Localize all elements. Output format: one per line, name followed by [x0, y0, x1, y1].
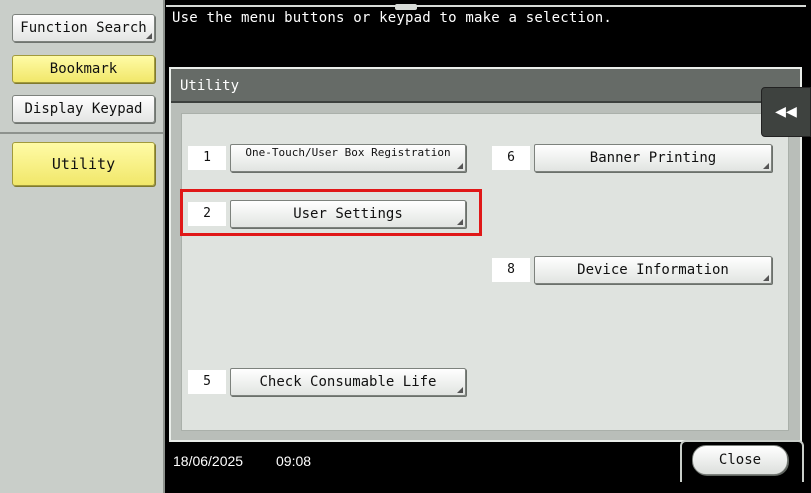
sidebar-divider [0, 132, 163, 134]
display-keypad-button[interactable]: Display Keypad [12, 95, 155, 123]
corner-arrow-icon [146, 33, 152, 39]
menu-item-label: Banner Printing [589, 150, 717, 166]
corner-arrow-icon [457, 387, 463, 393]
display-keypad-label: Display Keypad [24, 101, 143, 117]
item-number: 5 [188, 370, 226, 394]
menu-item-6: 6 Banner Printing [492, 144, 774, 172]
device-information-button[interactable]: Device Information [534, 256, 772, 284]
corner-arrow-icon [763, 275, 769, 281]
status-time: 09:08 [276, 453, 312, 469]
panel-title-bar: Utility [171, 69, 800, 103]
menu-item-label: Check Consumable Life [259, 374, 437, 390]
instruction-message: Use the menu buttons or keypad to make a… [172, 10, 613, 26]
function-search-button[interactable]: Function Search [12, 14, 155, 42]
item-number: 6 [492, 146, 530, 170]
left-sidebar: Function Search Bookmark Display Keypad … [0, 0, 165, 493]
bookmark-label: Bookmark [49, 61, 118, 77]
item-number: 8 [492, 258, 530, 282]
menu-item-8: 8 Device Information [492, 256, 774, 284]
one-touch-user-box-registration-button[interactable]: One-Touch/User Box Registration [230, 144, 466, 172]
item-number: 1 [188, 146, 226, 170]
banner-printing-button[interactable]: Banner Printing [534, 144, 772, 172]
utility-button[interactable]: Utility [12, 142, 155, 186]
bookmark-button[interactable]: Bookmark [12, 55, 155, 83]
top-divider [166, 5, 806, 7]
selection-highlight [180, 189, 482, 236]
corner-arrow-icon [763, 163, 769, 169]
check-consumable-life-button[interactable]: Check Consumable Life [230, 368, 466, 396]
corner-arrow-icon [457, 163, 463, 169]
menu-item-label: One-Touch/User Box Registration [245, 146, 451, 159]
close-label: Close [718, 452, 762, 468]
double-left-arrow-icon[interactable]: ◀◀ [761, 87, 811, 137]
menu-item-label: Device Information [577, 262, 729, 278]
panel-title: Utility [180, 78, 240, 94]
menu-item-1: 1 One-Touch/User Box Registration [188, 144, 470, 172]
menu-item-5: 5 Check Consumable Life [188, 368, 470, 396]
function-search-label: Function Search [20, 20, 147, 36]
utility-label: Utility [51, 155, 116, 173]
status-date: 18/06/2025 [173, 453, 244, 469]
close-button[interactable]: Close [692, 445, 788, 475]
